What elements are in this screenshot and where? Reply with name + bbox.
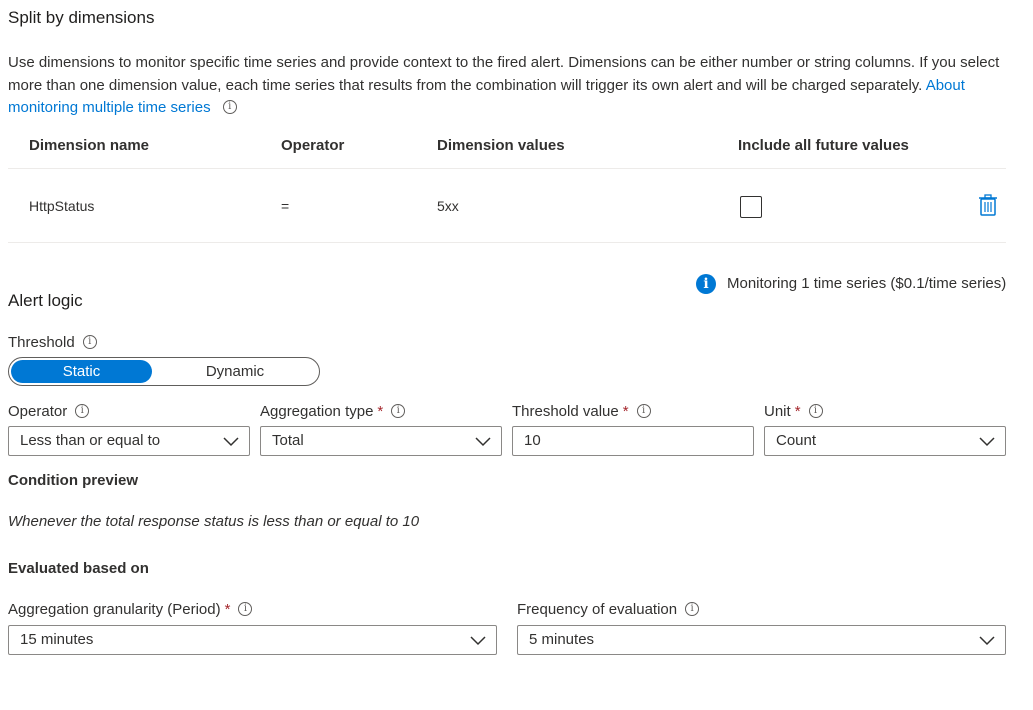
threshold-value-input[interactable]: 10 [512,426,754,456]
threshold-value-label-text: Threshold value [512,403,619,420]
info-icon[interactable]: i [808,404,823,419]
chevron-down-icon [979,437,995,447]
column-header-dimension-name: Dimension name [29,137,150,154]
operator-value: Less than or equal to [20,432,161,449]
threshold-value-text: 10 [524,432,541,449]
description-text: Use dimensions to monitor specific time … [8,54,1000,94]
aggregation-type-value: Total [272,432,304,449]
info-icon[interactable]: i [82,335,97,350]
frequency-label-text: Frequency of evaluation [517,601,678,618]
column-header-include-future: Include all future values [738,137,909,154]
table-row-divider [8,242,1006,243]
required-mark: * [794,403,801,420]
info-icon[interactable]: i [636,404,651,419]
trash-icon[interactable] [978,194,998,216]
threshold-toggle[interactable]: Static Dynamic [8,357,320,386]
include-future-values-checkbox[interactable] [740,196,762,218]
granularity-label-text: Aggregation granularity (Period) [8,601,221,618]
condition-preview-text: Whenever the total response status is le… [8,513,420,530]
granularity-label: Aggregation granularity (Period) * i [8,601,253,618]
granularity-value: 15 minutes [20,631,94,648]
info-icon[interactable]: i [391,404,406,419]
frequency-dropdown[interactable]: 5 minutes [517,625,1006,655]
aggregation-type-label: Aggregation type * i [260,403,406,420]
frequency-label: Frequency of evaluation i [517,601,700,618]
info-icon[interactable]: i [238,602,253,617]
alert-logic-title: Alert logic [8,291,83,310]
required-mark: * [377,403,384,420]
table-divider [8,168,1006,169]
column-header-dimension-values: Dimension values [437,137,565,154]
frequency-value: 5 minutes [529,631,595,648]
info-icon[interactable]: i [75,404,90,419]
condition-preview-title: Condition preview [8,472,139,489]
granularity-dropdown[interactable]: 15 minutes [8,625,497,655]
unit-dropdown[interactable]: Count [764,426,1006,456]
threshold-label: Threshold i [8,334,97,351]
info-icon[interactable]: i [685,602,700,617]
column-header-operator: Operator [281,137,345,154]
threshold-label-text: Threshold [8,334,75,351]
required-mark: * [224,601,231,618]
split-dimensions-title: Split by dimensions [8,8,155,27]
threshold-dynamic-option[interactable]: Dynamic [159,360,311,383]
dimension-operator-cell[interactable]: = [281,198,289,214]
unit-value: Count [776,432,817,449]
operator-label-text: Operator [8,403,68,420]
split-dimensions-description: Use dimensions to monitor specific time … [8,52,1018,120]
unit-label-text: Unit [764,403,791,420]
operator-label: Operator i [8,403,90,420]
monitoring-note: Monitoring 1 time series ($0.1/time seri… [727,275,1007,292]
unit-label: Unit * i [764,403,823,420]
aggregation-type-label-text: Aggregation type [260,403,374,420]
info-icon[interactable]: i [222,100,237,115]
info-filled-icon: i [696,274,716,294]
evaluated-based-on-title: Evaluated based on [8,560,149,577]
aggregation-type-dropdown[interactable]: Total [260,426,502,456]
required-mark: * [622,403,629,420]
threshold-value-label: Threshold value * i [512,403,651,420]
chevron-down-icon [475,437,491,447]
dimension-name-cell[interactable]: HttpStatus [29,198,94,214]
operator-dropdown[interactable]: Less than or equal to [8,426,250,456]
chevron-down-icon [979,636,995,646]
chevron-down-icon [223,437,239,447]
chevron-down-icon [470,636,486,646]
dimension-values-cell[interactable]: 5xx [437,198,459,214]
threshold-static-option[interactable]: Static [11,360,152,383]
